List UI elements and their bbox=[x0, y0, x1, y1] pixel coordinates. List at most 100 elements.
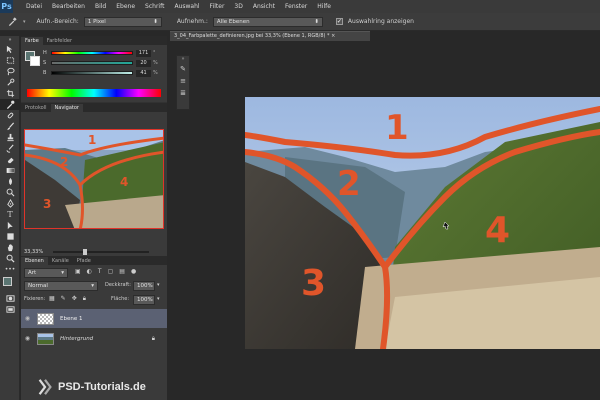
brightness-slider-row: B 41 % bbox=[43, 69, 163, 77]
brightness-unit: % bbox=[153, 70, 158, 76]
tab-farbfelder[interactable]: Farbfelder bbox=[42, 37, 77, 45]
layer-name[interactable]: Ebene 1 bbox=[60, 316, 82, 322]
blend-mode-select[interactable]: Normal ▾ bbox=[24, 281, 98, 291]
chevron-down-icon: ▾ bbox=[61, 270, 64, 276]
eyedropper-tool-icon[interactable] bbox=[0, 99, 20, 110]
crop-tool-icon[interactable] bbox=[0, 88, 20, 99]
pen-tool-icon[interactable] bbox=[0, 198, 20, 209]
brightness-slider[interactable] bbox=[51, 71, 133, 75]
color-picker-panel-icon[interactable]: ✎ bbox=[177, 65, 189, 73]
more-tools-icon[interactable]: ••• bbox=[0, 264, 20, 275]
zoom-tool-icon[interactable] bbox=[0, 253, 20, 264]
layer-filter-select[interactable]: Art ▾ bbox=[24, 268, 68, 278]
gradient-tool-icon[interactable] bbox=[0, 165, 20, 176]
history-panel-icon[interactable]: ≡ bbox=[177, 77, 189, 85]
visibility-eye-icon[interactable]: ◉ bbox=[21, 315, 34, 322]
lock-label: Fixieren: bbox=[24, 296, 46, 302]
menu-hilfe[interactable]: Hilfe bbox=[312, 3, 336, 10]
menu-filter[interactable]: Filter bbox=[205, 3, 230, 10]
saturation-slider[interactable] bbox=[51, 61, 133, 65]
menu-bearbeiten[interactable]: Bearbeiten bbox=[47, 3, 90, 10]
navigator-zoom-slider[interactable] bbox=[53, 249, 149, 255]
type-tool-icon[interactable]: T bbox=[0, 209, 20, 220]
lock-transparency-icon[interactable]: ▦ bbox=[49, 295, 55, 303]
filter-toggle-icon[interactable]: ● bbox=[131, 268, 136, 275]
path-selection-tool-icon[interactable] bbox=[0, 220, 20, 231]
eyedropper-tool-icon[interactable] bbox=[6, 16, 18, 28]
panel-collapse-icon[interactable]: » bbox=[177, 56, 189, 62]
nav-annotation-3: 3 bbox=[43, 197, 51, 211]
saturation-value-field[interactable]: 20 bbox=[136, 59, 151, 67]
tool-preset-dropdown-icon[interactable]: ▾ bbox=[23, 19, 26, 25]
menu-auswahl[interactable]: Auswahl bbox=[169, 3, 204, 10]
filter-smart-object-icon[interactable]: ▤ bbox=[119, 268, 125, 275]
menu-schrift[interactable]: Schrift bbox=[140, 3, 169, 10]
layer-row-ebene-1[interactable]: ◉ Ebene 1 bbox=[21, 309, 167, 328]
blur-tool-icon[interactable] bbox=[0, 176, 20, 187]
chevron-down-icon[interactable]: ▾ bbox=[157, 296, 160, 302]
shape-tool-icon[interactable] bbox=[0, 231, 20, 242]
layer-row-hintergrund[interactable]: ◉ Hintergrund 🔒︎ bbox=[21, 329, 167, 348]
eraser-tool-icon[interactable] bbox=[0, 154, 20, 165]
show-ring-checkbox[interactable]: ✓ bbox=[335, 18, 343, 25]
adjustments-panel-icon[interactable]: ≣ bbox=[177, 89, 189, 97]
background-color-chip[interactable] bbox=[30, 56, 40, 66]
quick-mask-icon[interactable] bbox=[0, 293, 20, 304]
lock-all-icon[interactable]: 🔒︎ bbox=[83, 295, 86, 303]
healing-brush-tool-icon[interactable] bbox=[0, 110, 20, 121]
lock-pixels-icon[interactable]: ✎ bbox=[61, 295, 66, 303]
hue-slider[interactable] bbox=[51, 51, 133, 55]
color-swatches[interactable] bbox=[0, 275, 20, 293]
hue-value-field[interactable]: 171 bbox=[136, 49, 151, 57]
color-spectrum-bar[interactable] bbox=[27, 89, 161, 97]
navigator-preview[interactable]: 1 2 3 4 bbox=[24, 129, 164, 229]
show-ring-label: Auswahlring anzeigen bbox=[347, 18, 414, 25]
screen-mode-icon[interactable] bbox=[0, 304, 20, 315]
sample-layers-select[interactable]: Alle Ebenen ⬍ bbox=[212, 16, 323, 27]
filter-type-icon[interactable]: T bbox=[98, 268, 102, 275]
menu-datei[interactable]: Datei bbox=[21, 3, 47, 10]
clone-stamp-tool-icon[interactable] bbox=[0, 132, 20, 143]
marquee-tool-icon[interactable] bbox=[0, 55, 20, 66]
collapse-toolbar-icon[interactable]: » bbox=[0, 36, 20, 44]
tab-ebenen[interactable]: Ebenen bbox=[21, 257, 48, 265]
lock-icon: 🔒︎ bbox=[151, 334, 155, 342]
lock-position-icon[interactable]: ✥ bbox=[72, 295, 77, 303]
navigator-zoom-handle[interactable] bbox=[83, 249, 87, 255]
sample-size-select[interactable]: 1 Pixel ⬍ bbox=[83, 16, 162, 27]
menu-bild[interactable]: Bild bbox=[90, 3, 111, 10]
tab-farbe[interactable]: Farbe bbox=[21, 37, 43, 45]
opacity-field[interactable]: 100% bbox=[133, 281, 155, 291]
landscape-photo: 1 2 3 4 bbox=[245, 97, 600, 349]
annotation-1: 1 bbox=[385, 108, 409, 148]
document-image[interactable]: 1 2 3 4 bbox=[245, 97, 600, 349]
layer-filter-value: Art bbox=[28, 270, 37, 276]
chevron-down-icon[interactable]: ▾ bbox=[157, 282, 160, 288]
fill-field[interactable]: 100% bbox=[133, 295, 155, 305]
brightness-value-field[interactable]: 41 bbox=[136, 69, 151, 77]
menu-ansicht[interactable]: Ansicht bbox=[248, 3, 280, 10]
menu-fenster[interactable]: Fenster bbox=[280, 3, 312, 10]
tab-navigator[interactable]: Navigator bbox=[50, 104, 83, 112]
tab-kanaele[interactable]: Kanäle bbox=[47, 257, 73, 265]
brush-tool-icon[interactable] bbox=[0, 121, 20, 132]
lasso-tool-icon[interactable] bbox=[0, 66, 20, 77]
history-brush-tool-icon[interactable] bbox=[0, 143, 20, 154]
move-tool-icon[interactable] bbox=[0, 44, 20, 55]
hand-tool-icon[interactable] bbox=[0, 242, 20, 253]
close-icon[interactable]: × bbox=[331, 33, 335, 39]
menu-ebene[interactable]: Ebene bbox=[111, 3, 140, 10]
menu-3d[interactable]: 3D bbox=[229, 3, 247, 10]
filter-adjustment-icon[interactable]: ◐ bbox=[87, 268, 92, 275]
filter-pixel-icon[interactable]: ▣ bbox=[75, 268, 81, 275]
visibility-eye-icon[interactable]: ◉ bbox=[21, 335, 34, 342]
quick-selection-tool-icon[interactable] bbox=[0, 77, 20, 88]
foreground-color-swatch[interactable] bbox=[3, 277, 12, 286]
filter-shape-icon[interactable]: ▢ bbox=[108, 268, 114, 275]
document-tab[interactable]: 3_04_Farbpalette_definieren.jpg bei 33,3… bbox=[170, 31, 370, 41]
layer-name[interactable]: Hintergrund bbox=[60, 336, 93, 342]
dodge-tool-icon[interactable] bbox=[0, 187, 20, 198]
tab-protokoll[interactable]: Protokoll bbox=[21, 104, 51, 112]
navigator-zoom-value[interactable]: 33,33% bbox=[24, 249, 43, 255]
tab-pfade[interactable]: Pfade bbox=[72, 257, 95, 265]
